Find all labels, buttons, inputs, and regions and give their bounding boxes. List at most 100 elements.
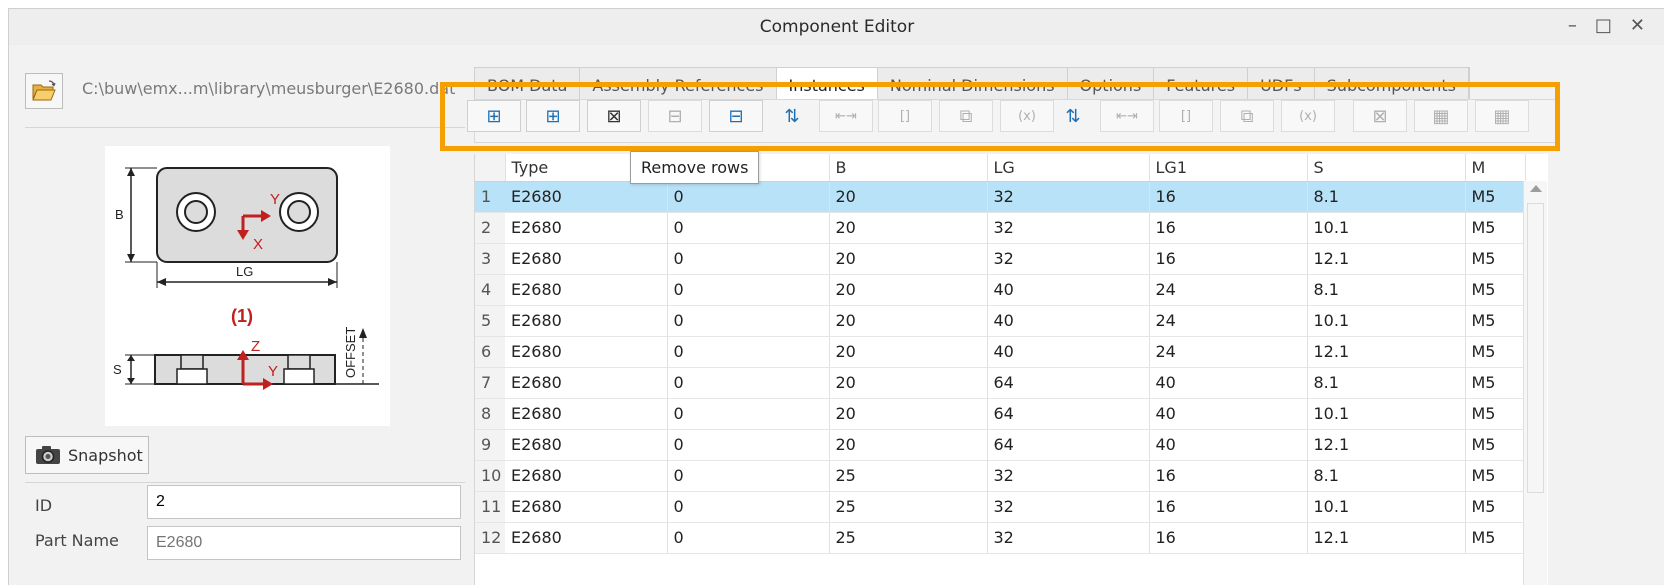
cell-offset[interactable]: 0 bbox=[667, 336, 830, 368]
id-field[interactable] bbox=[147, 485, 461, 519]
cell-lg[interactable]: 32 bbox=[987, 491, 1150, 523]
cell-m[interactable]: M5 bbox=[1465, 398, 1526, 430]
insert-column-right-button[interactable]: ⇅ bbox=[1062, 103, 1084, 129]
tab-instances[interactable]: Instances bbox=[776, 68, 878, 101]
close-button[interactable]: ✕ bbox=[1630, 15, 1645, 36]
copy-row-button[interactable]: ⊟ bbox=[648, 100, 702, 132]
table-row[interactable]: 10 E2680 0 25 32 16 8.1 M5 bbox=[475, 460, 1526, 492]
table-row[interactable]: 11 E2680 0 25 32 16 10.1 M5 bbox=[475, 491, 1526, 523]
cell-offset[interactable]: 0 bbox=[667, 274, 830, 306]
cell-lg[interactable]: 40 bbox=[987, 305, 1150, 337]
insert-column-left-button[interactable]: ⇅ bbox=[781, 103, 803, 129]
cell-s[interactable]: 10.1 bbox=[1307, 491, 1466, 523]
cell-type[interactable]: E2680 bbox=[505, 274, 668, 306]
cell-offset[interactable]: 0 bbox=[667, 181, 830, 213]
insert-row-before-button[interactable]: ⊞ bbox=[467, 100, 521, 132]
import-table-button[interactable]: ▦ bbox=[1414, 100, 1468, 132]
cell-lg[interactable]: 40 bbox=[987, 274, 1150, 306]
expression-2-button[interactable]: (x) bbox=[1281, 100, 1335, 132]
brackets-1-button[interactable]: [] bbox=[878, 100, 932, 132]
export-table-button[interactable]: ▦ bbox=[1475, 100, 1529, 132]
table-row[interactable]: 6 E2680 0 20 40 24 12.1 M5 bbox=[475, 336, 1526, 368]
open-file-button[interactable] bbox=[25, 73, 63, 109]
cell-m[interactable]: M5 bbox=[1465, 367, 1526, 399]
header-s[interactable]: S bbox=[1307, 154, 1466, 182]
cell-b[interactable]: 20 bbox=[829, 243, 988, 275]
cell-lg[interactable]: 32 bbox=[987, 243, 1150, 275]
table-row[interactable]: 12 E2680 0 25 32 16 12.1 M5 bbox=[475, 522, 1526, 554]
tab-options[interactable]: Options bbox=[1067, 68, 1155, 101]
table-row[interactable]: 1 E2680 0 20 32 16 8.1 M5 bbox=[475, 181, 1526, 213]
cell-lg1[interactable]: 40 bbox=[1149, 429, 1308, 461]
cell-lg1[interactable]: 16 bbox=[1149, 522, 1308, 554]
cell-offset[interactable]: 0 bbox=[667, 522, 830, 554]
minimize-button[interactable]: – bbox=[1568, 15, 1577, 36]
table-row[interactable]: 2 E2680 0 20 32 16 10.1 M5 bbox=[475, 212, 1526, 244]
cell-m[interactable]: M5 bbox=[1465, 243, 1526, 275]
cell-lg1[interactable]: 16 bbox=[1149, 460, 1308, 492]
cell-b[interactable]: 20 bbox=[829, 336, 988, 368]
table-row[interactable]: 9 E2680 0 20 64 40 12.1 M5 bbox=[475, 429, 1526, 461]
snapshot-button[interactable]: Snapshot bbox=[25, 436, 149, 474]
tab-bom-data[interactable]: BOM Data bbox=[475, 68, 581, 101]
cell-s[interactable]: 10.1 bbox=[1307, 398, 1466, 430]
tab-udfs[interactable]: UDFs bbox=[1248, 68, 1315, 101]
paste-row-button[interactable]: ⊟ bbox=[709, 100, 763, 132]
cell-type[interactable]: E2680 bbox=[505, 491, 668, 523]
cell-s[interactable]: 8.1 bbox=[1307, 460, 1466, 492]
cell-m[interactable]: M5 bbox=[1465, 212, 1526, 244]
cell-offset[interactable]: 0 bbox=[667, 212, 830, 244]
cell-s[interactable]: 8.1 bbox=[1307, 274, 1466, 306]
tab-subcomponents[interactable]: Subcomponents bbox=[1314, 68, 1469, 101]
table-row[interactable]: 3 E2680 0 20 32 16 12.1 M5 bbox=[475, 243, 1526, 275]
cell-m[interactable]: M5 bbox=[1465, 305, 1526, 337]
cell-b[interactable]: 25 bbox=[829, 491, 988, 523]
cell-type[interactable]: E2680 bbox=[505, 336, 668, 368]
cell-s[interactable]: 12.1 bbox=[1307, 336, 1466, 368]
cell-rownum[interactable]: 7 bbox=[475, 367, 505, 399]
cell-b[interactable]: 20 bbox=[829, 398, 988, 430]
cell-offset[interactable]: 0 bbox=[667, 243, 830, 275]
vertical-scrollbar[interactable] bbox=[1523, 181, 1547, 585]
fit-width-1-button[interactable]: ⇤⇥ bbox=[819, 100, 873, 132]
cell-m[interactable]: M5 bbox=[1465, 336, 1526, 368]
cell-s[interactable]: 10.1 bbox=[1307, 305, 1466, 337]
cell-rownum[interactable]: 9 bbox=[475, 429, 505, 461]
cell-type[interactable]: E2680 bbox=[505, 243, 668, 275]
cell-s[interactable]: 12.1 bbox=[1307, 429, 1466, 461]
cell-offset[interactable]: 0 bbox=[667, 429, 830, 461]
cell-type[interactable]: E2680 bbox=[505, 305, 668, 337]
cell-lg1[interactable]: 40 bbox=[1149, 367, 1308, 399]
maximize-button[interactable]: □ bbox=[1595, 15, 1612, 36]
scroll-thumb[interactable] bbox=[1527, 203, 1544, 493]
cell-b[interactable]: 25 bbox=[829, 522, 988, 554]
part-name-field[interactable] bbox=[147, 526, 461, 560]
cell-rownum[interactable]: 1 bbox=[475, 181, 505, 213]
cell-b[interactable]: 20 bbox=[829, 429, 988, 461]
cell-lg1[interactable]: 16 bbox=[1149, 212, 1308, 244]
table-row[interactable]: 8 E2680 0 20 64 40 10.1 M5 bbox=[475, 398, 1526, 430]
cell-type[interactable]: E2680 bbox=[505, 367, 668, 399]
cell-m[interactable]: M5 bbox=[1465, 181, 1526, 213]
cell-b[interactable]: 20 bbox=[829, 305, 988, 337]
cell-rownum[interactable]: 2 bbox=[475, 212, 505, 244]
cell-type[interactable]: E2680 bbox=[505, 429, 668, 461]
cell-lg1[interactable]: 16 bbox=[1149, 181, 1308, 213]
header-m[interactable]: M bbox=[1465, 154, 1526, 182]
cell-type[interactable]: E2680 bbox=[505, 522, 668, 554]
cell-lg[interactable]: 64 bbox=[987, 367, 1150, 399]
cell-offset[interactable]: 0 bbox=[667, 305, 830, 337]
cell-rownum[interactable]: 11 bbox=[475, 491, 505, 523]
cell-m[interactable]: M5 bbox=[1465, 460, 1526, 492]
cell-b[interactable]: 20 bbox=[829, 274, 988, 306]
cell-lg[interactable]: 32 bbox=[987, 181, 1150, 213]
expression-1-button[interactable]: (x) bbox=[1000, 100, 1054, 132]
fit-width-2-button[interactable]: ⇤⇥ bbox=[1100, 100, 1154, 132]
cell-m[interactable]: M5 bbox=[1465, 522, 1526, 554]
cell-lg1[interactable]: 24 bbox=[1149, 305, 1308, 337]
cell-rownum[interactable]: 8 bbox=[475, 398, 505, 430]
copy-2-button[interactable]: ⧉ bbox=[1220, 100, 1274, 132]
cell-rownum[interactable]: 12 bbox=[475, 522, 505, 554]
table-row[interactable]: 5 E2680 0 20 40 24 10.1 M5 bbox=[475, 305, 1526, 337]
cell-b[interactable]: 20 bbox=[829, 367, 988, 399]
